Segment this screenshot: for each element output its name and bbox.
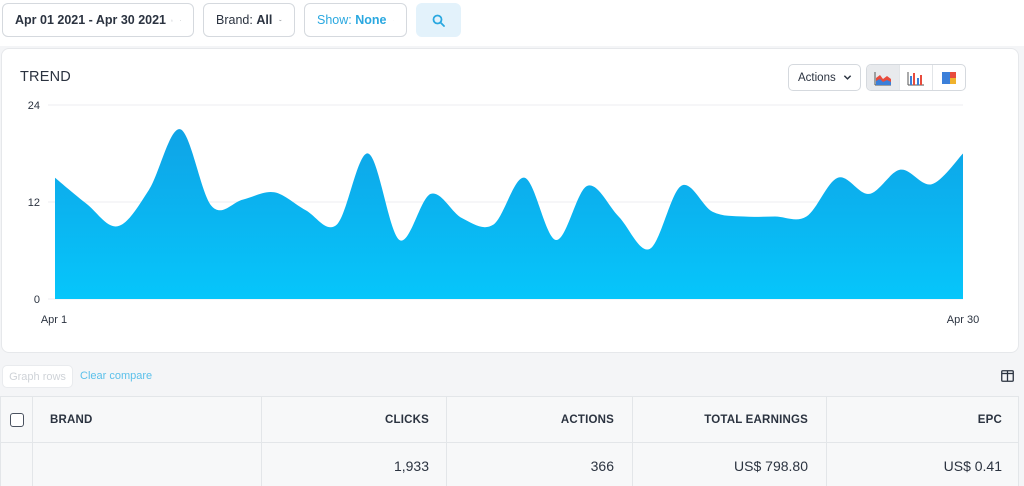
cell-clicks: 1,933: [262, 443, 447, 486]
x-tick-label: Apr 1: [41, 314, 67, 326]
graph-rows-button[interactable]: Graph rows: [2, 365, 73, 388]
y-tick-label: 24: [28, 100, 40, 112]
columns-icon[interactable]: [1001, 370, 1014, 382]
column-header-total-earnings[interactable]: TOTAL EARNINGS: [633, 397, 827, 442]
row-select-cell: [1, 443, 33, 486]
column-header-clicks[interactable]: CLICKS: [262, 397, 447, 442]
compare-controls: Graph rows Clear compare: [0, 365, 1024, 389]
y-tick-label: 12: [28, 197, 40, 209]
column-header-brand[interactable]: BRAND: [33, 397, 262, 442]
select-all-checkbox[interactable]: [9, 412, 24, 427]
cell-epc: US$ 0.41: [943, 458, 1002, 474]
trend-area-series: [55, 129, 963, 299]
cell-brand: [33, 443, 262, 486]
brand-table: BRAND CLICKS ACTIONS TOTAL EARNINGS EPC …: [0, 396, 1019, 486]
trend-chart: 24 12 0Apr 1 Apr 30: [28, 100, 979, 326]
x-tick-label: Apr 30: [947, 314, 979, 326]
table-header: BRAND CLICKS ACTIONS TOTAL EARNINGS EPC: [1, 397, 1018, 443]
clear-compare-link[interactable]: Clear compare: [80, 370, 152, 382]
y-tick-label: 0: [34, 294, 40, 306]
select-all-cell: [1, 397, 33, 442]
cell-total-earnings: US$ 798.80: [633, 443, 827, 486]
table-row: 1,933 366 US$ 798.80 US$ 0.41: [1, 443, 1018, 486]
column-header-epc[interactable]: EPC: [827, 397, 1020, 442]
column-header-actions[interactable]: ACTIONS: [447, 397, 633, 442]
cell-actions: 366: [447, 443, 633, 486]
